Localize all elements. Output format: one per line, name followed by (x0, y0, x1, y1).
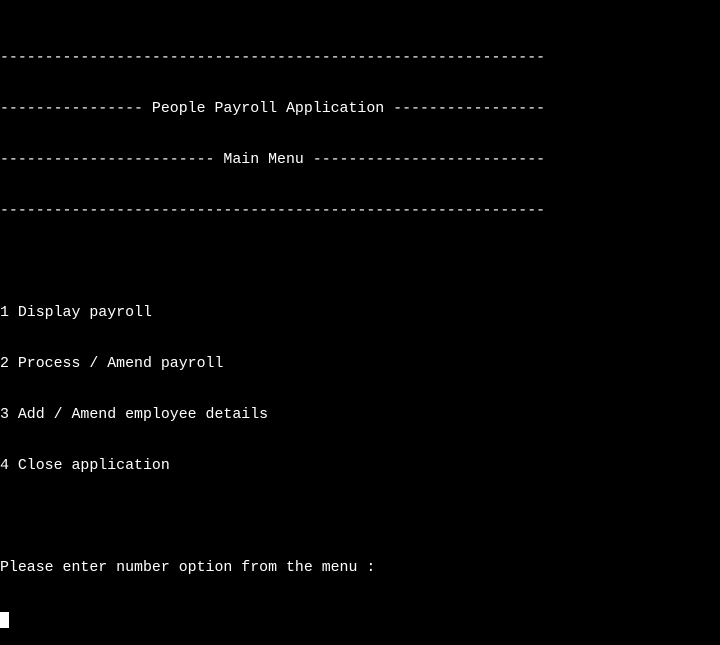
menu-item-add-employee: 3 Add / Amend employee details (0, 407, 269, 423)
header-rule-bottom: ----------------------------------------… (0, 203, 546, 219)
command-input-line[interactable] (0, 611, 720, 628)
input-prompt: Please enter number option from the menu… (0, 560, 376, 576)
main-menu-title-line: ------------------------ Main Menu -----… (0, 152, 546, 168)
menu-item-close-application: 4 Close application (0, 458, 170, 474)
terminal-window[interactable]: ----------------------------------------… (0, 16, 720, 645)
menu-item-process-payroll: 2 Process / Amend payroll (0, 356, 224, 372)
header-rule-top: ----------------------------------------… (0, 50, 546, 66)
menu-item-display-payroll: 1 Display payroll (0, 305, 152, 321)
app-title-line: ---------------- People Payroll Applicat… (0, 101, 546, 117)
text-cursor (0, 612, 9, 628)
